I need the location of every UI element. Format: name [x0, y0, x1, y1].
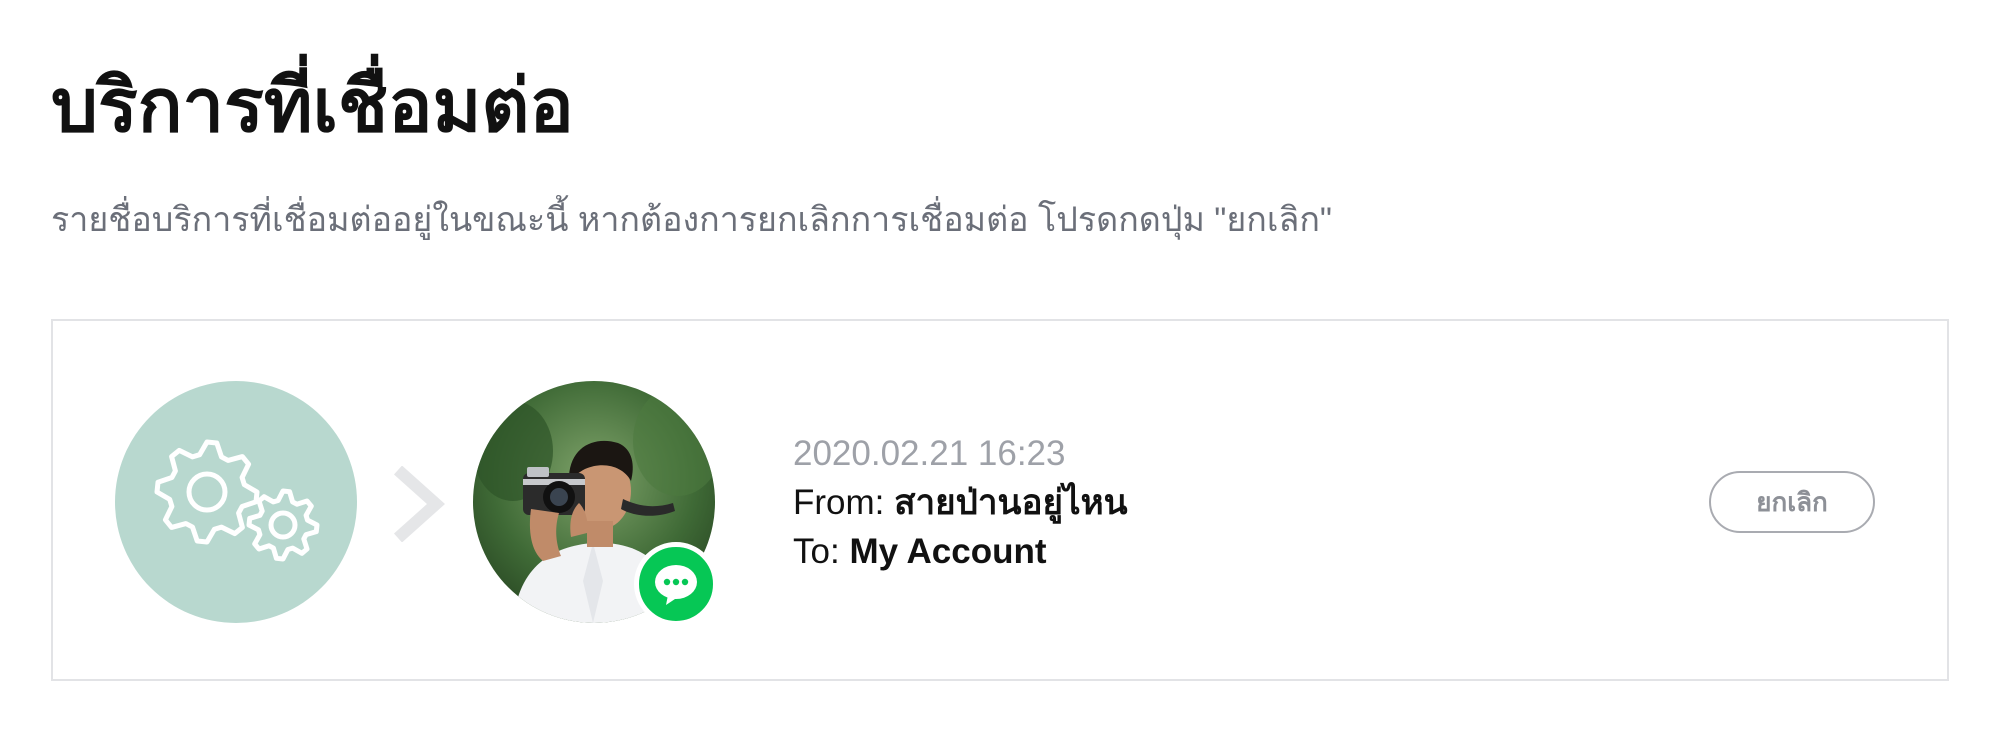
from-value: สายป่านอยู่ไหน: [894, 483, 1128, 522]
profile-avatar-group: [473, 381, 718, 626]
from-line: From: สายป่านอยู่ไหน: [793, 478, 1128, 527]
service-icon-circle: [115, 381, 357, 623]
connected-service-card: 2020.02.21 16:23 From: สายป่านอยู่ไหน To…: [51, 319, 1949, 681]
chat-badge: [634, 542, 718, 626]
connection-datetime: 2020.02.21 16:23: [793, 434, 1066, 473]
page-description: รายชื่อบริการที่เชื่อมต่ออยู่ในขณะนี้ หา…: [51, 201, 1332, 239]
connection-info: 2020.02.21 16:23 From: สายป่านอยู่ไหน To…: [793, 429, 1128, 576]
from-label: From:: [793, 483, 885, 522]
chevron-right-icon: [393, 466, 445, 542]
gears-icon: [154, 439, 320, 562]
to-value: My Account: [849, 532, 1047, 571]
page-title: บริการที่เชื่อมต่อ: [51, 64, 574, 147]
to-line: To: My Account: [793, 527, 1128, 576]
to-label: To:: [793, 532, 840, 571]
cancel-connection-button[interactable]: ยกเลิก: [1709, 471, 1875, 533]
chat-bubble-icon: [655, 565, 697, 605]
